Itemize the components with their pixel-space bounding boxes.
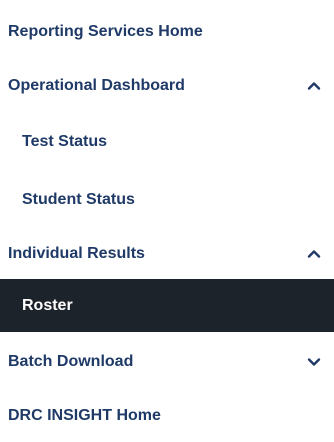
nav-subitem-label: Test Status xyxy=(22,133,108,150)
chevron-up-icon[interactable] xyxy=(306,78,322,94)
nav-item-label: Individual Results xyxy=(8,245,145,262)
reporting-nav-menu: Reporting Services Home Operational Dash… xyxy=(0,0,334,432)
nav-item-label: Operational Dashboard xyxy=(8,77,185,94)
chevron-down-icon[interactable] xyxy=(306,354,322,370)
nav-item-label: Batch Download xyxy=(8,353,134,370)
nav-item-individual-results[interactable]: Individual Results xyxy=(0,228,334,280)
chevron-up-icon[interactable] xyxy=(306,246,322,262)
nav-item-batch-download[interactable]: Batch Download xyxy=(0,336,334,388)
nav-item-drc-insight-home[interactable]: DRC INSIGHT Home xyxy=(0,390,334,442)
nav-subitem-test-status[interactable]: Test Status xyxy=(0,116,334,168)
nav-subitem-label: Student Status xyxy=(22,191,135,208)
nav-subitem-label: Roster xyxy=(22,296,73,314)
nav-item-label: DRC INSIGHT Home xyxy=(8,407,161,424)
nav-subitem-roster[interactable]: Roster xyxy=(0,279,334,332)
nav-item-reporting-services-home[interactable]: Reporting Services Home xyxy=(0,6,334,58)
nav-item-label: Reporting Services Home xyxy=(8,23,203,40)
nav-item-operational-dashboard[interactable]: Operational Dashboard xyxy=(0,60,334,112)
nav-subitem-student-status[interactable]: Student Status xyxy=(0,174,334,226)
